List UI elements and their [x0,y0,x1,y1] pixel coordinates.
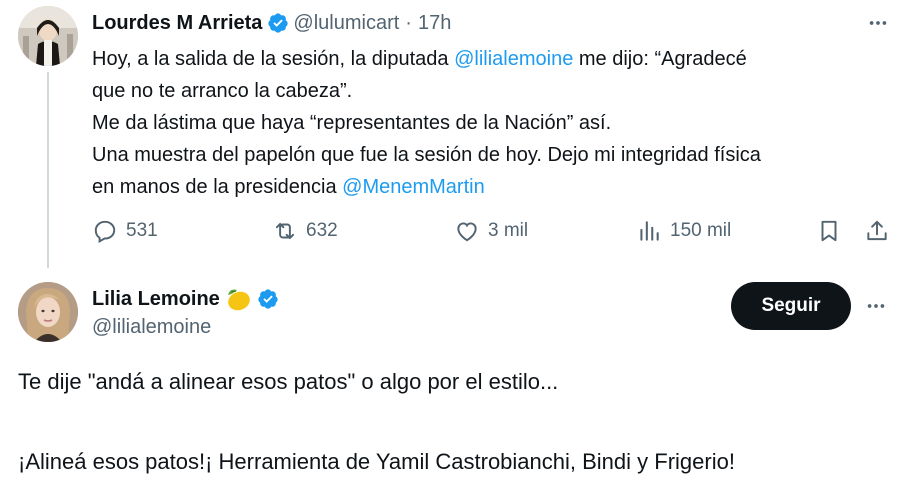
retweet-icon [275,222,295,240]
author-handle[interactable]: @lulumicart [293,12,399,35]
author-handle[interactable]: @lilialemoine [92,316,211,339]
tweet-paragraph: Te dije "andá a alinear esos patos" o al… [18,369,559,394]
verified-badge-icon [268,13,289,33]
tweet-header: Lilia Lemoine [92,284,283,314]
tweet-paragraph: ¡Alineá esos patos!¡ Herramienta de Yami… [18,449,735,474]
tweet-line: en manos de la presidencia @MenemMartin [92,176,485,198]
like-icon [457,222,477,242]
mention-link[interactable]: @lilialemoine [454,48,573,70]
retweet-count: 632 [306,220,338,241]
like-button[interactable]: 3 mil [454,213,528,249]
avatar[interactable] [18,6,78,66]
separator-dot: · [405,11,412,34]
share-icon [867,220,887,241]
follow-button[interactable]: Seguir [731,282,851,330]
thread-line [47,72,49,268]
tweet-line: Una muestra del papelón que fue la sesió… [92,144,761,166]
tweet-time[interactable]: 17h [418,12,451,35]
lemon-emoji-icon [227,289,250,311]
verified-badge-icon [258,289,278,309]
bookmark-icon [821,220,837,242]
like-count: 3 mil [488,220,529,241]
author-name[interactable]: Lilia Lemoine [92,288,220,311]
reply-count: 531 [126,220,158,241]
retweet-button[interactable]: 632 [272,213,338,249]
tweet-header: Lourdes M Arrieta @lulumicart · 17h [92,9,451,37]
reply-icon [94,220,116,243]
tweet-line: que no te arranco la cabeza”. [92,80,353,102]
tweet-lourdes[interactable]: Lourdes M Arrieta @lulumicart · 17h Hoy,… [0,0,912,268]
views-count: 150 mil [670,220,732,241]
more-icon[interactable] [862,292,890,320]
views-icon [640,221,659,241]
share-button[interactable] [864,213,890,249]
views-button[interactable]: 150 mil [636,213,731,249]
reply-button[interactable]: 531 [92,213,158,249]
more-icon[interactable] [864,9,892,37]
mention-link[interactable]: @MenemMartin [342,176,485,198]
tweet-line: Me da lástima que haya “representantes d… [92,112,612,134]
avatar[interactable] [18,282,78,342]
tweet-text: Hoy, a la salida de la sesión, la diputa… [92,43,892,203]
author-name[interactable]: Lourdes M Arrieta [92,12,262,35]
action-bar: 531 632 3 mil 150 mil [92,213,892,249]
tweet-line: Hoy, a la salida de la sesión, la diputa… [92,48,747,70]
bookmark-button[interactable] [816,213,842,249]
